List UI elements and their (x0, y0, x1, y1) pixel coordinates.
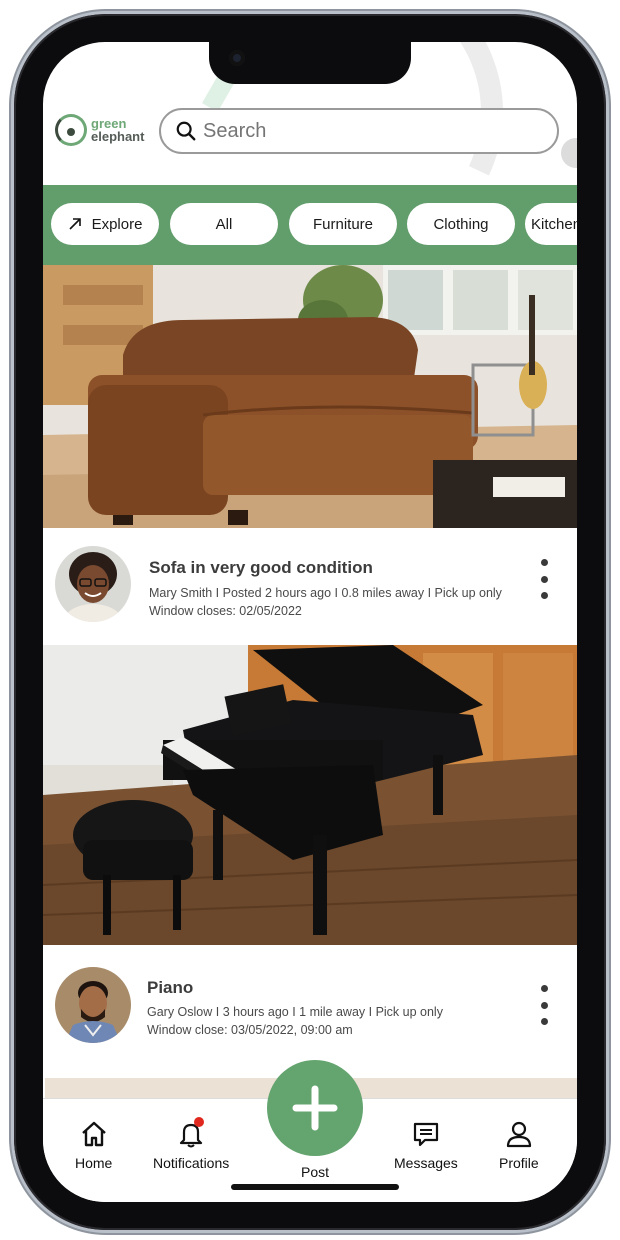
listing-window: Window closes: 02/05/2022 (149, 604, 302, 618)
listing-title[interactable]: Piano (147, 978, 193, 998)
app-logo[interactable]: green elephant (55, 114, 144, 146)
listing-image-piano[interactable] (43, 645, 577, 945)
search-icon (176, 121, 196, 141)
user-avatar-image (55, 967, 131, 1043)
listing-window: Window close: 03/05/2022, 09:00 am (147, 1023, 353, 1037)
front-camera-icon (229, 50, 245, 66)
user-avatar-image (55, 546, 131, 622)
more-options-icon[interactable] (534, 559, 554, 599)
search-input[interactable] (203, 119, 533, 143)
tab-label: Messages (394, 1155, 458, 1171)
tab-label: Notifications (153, 1155, 230, 1171)
chip-kitchen[interactable]: Kitchen (525, 203, 577, 245)
more-options-icon[interactable] (534, 985, 554, 1025)
leather-sofa-photo (43, 265, 577, 528)
notch (209, 42, 411, 84)
chip-label: Kitchen (531, 215, 577, 233)
home-icon (81, 1121, 106, 1147)
scroll-indicator (561, 138, 577, 168)
listing-meta: Gary Oslow I 3 hours ago I 1 mile away I… (147, 1005, 443, 1019)
power-button (606, 345, 611, 465)
user-icon (506, 1121, 531, 1148)
logo-word-elephant: elephant (91, 129, 145, 144)
avatar[interactable] (55, 546, 131, 622)
chip-explore[interactable]: Explore (51, 203, 159, 245)
chip-furniture[interactable]: Furniture (289, 203, 397, 245)
plus-icon (292, 1085, 338, 1131)
post-button[interactable] (267, 1060, 363, 1156)
tab-home[interactable]: Home (75, 1119, 112, 1171)
tab-label: Home (75, 1155, 113, 1171)
grand-piano-photo (43, 645, 577, 945)
home-indicator[interactable] (231, 1184, 399, 1190)
search-bar[interactable] (159, 108, 559, 154)
post-label[interactable]: Post (267, 1164, 363, 1180)
tab-profile[interactable]: Profile (499, 1119, 539, 1171)
category-bar: Explore All Furniture Clothing Kitchen (43, 185, 577, 265)
listing-meta: Mary Smith I Posted 2 hours ago I 0.8 mi… (149, 586, 502, 600)
chip-clothing[interactable]: Clothing (407, 203, 515, 245)
arrow-up-right-icon (68, 218, 81, 230)
chip-label: Furniture (312, 215, 374, 233)
elephant-logo-icon (55, 114, 87, 146)
tab-label: Profile (499, 1155, 539, 1171)
chip-label: Explore (91, 215, 143, 233)
avatar[interactable] (55, 967, 131, 1043)
chip-label: Clothing (433, 215, 489, 233)
chip-label: All (215, 215, 233, 233)
tab-messages[interactable]: Messages (394, 1119, 458, 1171)
tab-notifications[interactable]: Notifications (153, 1117, 230, 1171)
listing-title[interactable]: Sofa in very good condition (149, 558, 373, 578)
listing-card[interactable]: Sofa in very good condition Mary Smith I… (43, 528, 577, 645)
listing-image-sofa[interactable] (43, 265, 577, 528)
app-screen: green elephant Explore All Furniture Clo… (43, 42, 577, 1202)
chat-icon (413, 1122, 439, 1147)
chip-all[interactable]: All (170, 203, 278, 245)
